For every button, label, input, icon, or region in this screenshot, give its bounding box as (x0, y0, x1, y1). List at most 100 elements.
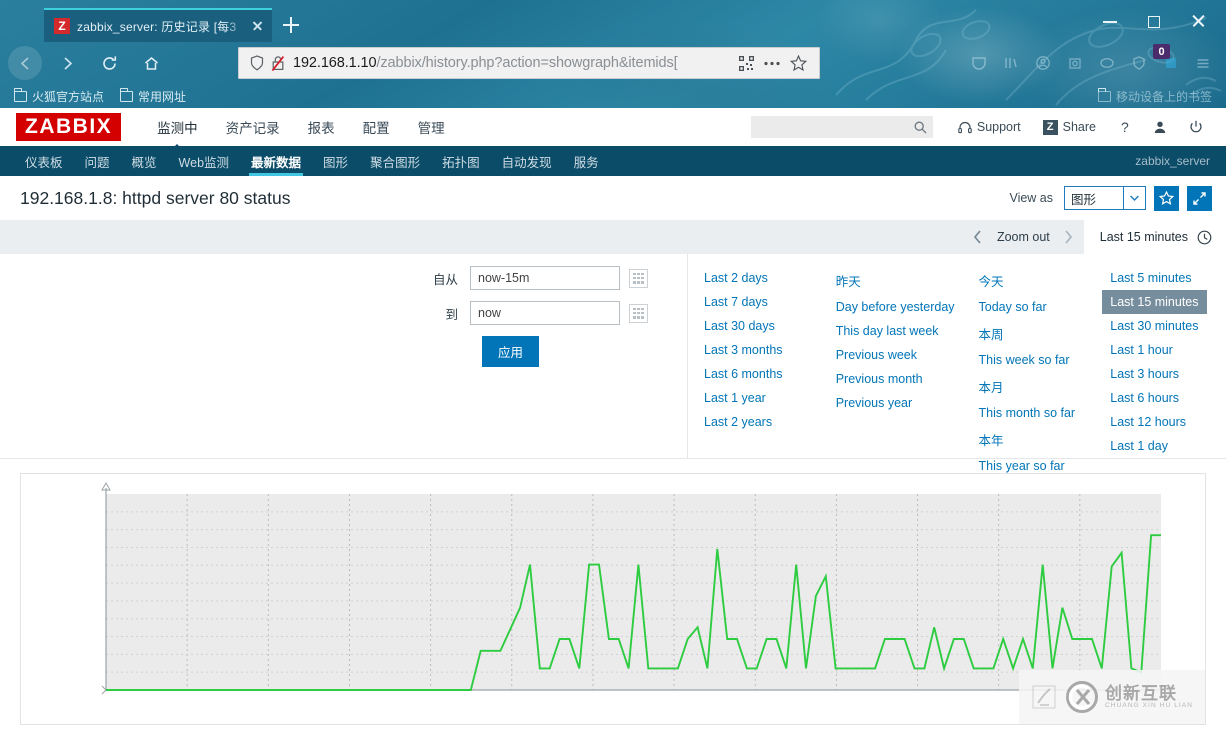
quick-range-column-1: Last 2 days Last 7 days Last 30 days Las… (688, 266, 820, 478)
quick-range-last-2-days[interactable]: Last 2 days (696, 266, 820, 290)
quick-range-last-5-minutes[interactable]: Last 5 minutes (1102, 266, 1226, 290)
broken-lock-icon[interactable] (267, 55, 289, 72)
subnav-item-latest-data[interactable]: 最新数据 (240, 146, 312, 176)
qr-code-icon[interactable] (733, 55, 759, 71)
quick-range-last-1-day[interactable]: Last 1 day (1102, 434, 1226, 458)
quick-range-last-6-hours[interactable]: Last 6 hours (1102, 386, 1226, 410)
window-close-button[interactable] (1176, 8, 1220, 34)
quick-range-last-1-hour[interactable]: Last 1 hour (1102, 338, 1226, 362)
subnav-item-web[interactable]: Web监测 (168, 146, 240, 176)
menu-item-inventory[interactable]: 资产记录 (212, 108, 294, 147)
menu-item-configuration[interactable]: 配置 (349, 108, 404, 147)
quick-range-last-30-minutes[interactable]: Last 30 minutes (1102, 314, 1226, 338)
quick-range-last-3-hours[interactable]: Last 3 hours (1102, 362, 1226, 386)
page-actions-icon[interactable] (759, 61, 785, 66)
share-link[interactable]: Z Share (1032, 119, 1107, 135)
quick-range-last-2-years[interactable]: Last 2 years (696, 410, 820, 434)
quick-range-this-week[interactable]: 本周 (971, 319, 1095, 348)
search-input[interactable] (756, 120, 914, 134)
quick-range-this-day-last-week[interactable]: This day last week (828, 319, 963, 343)
shield-toolbar-icon[interactable] (1130, 54, 1148, 72)
chevron-right-icon[interactable] (1054, 229, 1084, 245)
screenshot-icon[interactable] (1066, 54, 1084, 72)
quick-range-this-month-so-far[interactable]: This month so far (971, 401, 1095, 425)
menu-item-monitoring[interactable]: 监测中 (143, 108, 212, 147)
quick-range-today[interactable]: 今天 (971, 266, 1095, 295)
quick-range-day-before-yesterday[interactable]: Day before yesterday (828, 295, 963, 319)
quick-range-this-year[interactable]: 本年 (971, 425, 1095, 454)
extension-icon[interactable] (1098, 54, 1116, 72)
menu-item-administration[interactable]: 管理 (404, 108, 459, 147)
subnav-item-graphs[interactable]: 图形 (312, 146, 359, 176)
maximize-button[interactable] (1132, 8, 1176, 34)
user-profile-link[interactable] (1142, 120, 1178, 134)
support-link[interactable]: Support (947, 120, 1032, 134)
quick-range-last-6-months[interactable]: Last 6 months (696, 362, 820, 386)
from-input[interactable] (470, 266, 620, 290)
chevron-left-icon[interactable] (963, 229, 993, 245)
calendar-icon[interactable] (629, 268, 648, 288)
notification-badge: 0 (1153, 44, 1170, 59)
zabbix-favicon: Z (54, 18, 70, 34)
quick-range-this-month[interactable]: 本月 (971, 372, 1095, 401)
fullscreen-button[interactable] (1187, 185, 1212, 211)
quick-range-last-7-days[interactable]: Last 7 days (696, 290, 820, 314)
quick-range-previous-year[interactable]: Previous year (828, 391, 963, 415)
help-link[interactable]: ? (1107, 120, 1142, 135)
zoom-out-button[interactable]: Zoom out (993, 230, 1054, 244)
subnav-item-problems[interactable]: 问题 (74, 146, 121, 176)
quick-range-today-so-far[interactable]: Today so far (971, 295, 1095, 319)
library-icon[interactable] (1002, 54, 1020, 72)
quick-range-column-3: 今天 Today so far 本周 This week so far 本月 T… (963, 266, 1095, 478)
mobile-bookmarks-item[interactable]: 移动设备上的书签 (1097, 84, 1212, 108)
to-input[interactable] (470, 301, 620, 325)
svg-text:?: ? (1121, 120, 1129, 135)
menu-hamburger-icon[interactable] (1194, 54, 1212, 72)
reload-button[interactable] (92, 46, 126, 80)
page-title: 192.168.1.8: httpd server 80 status (20, 187, 291, 208)
subnav-item-screens[interactable]: 聚合图形 (359, 146, 431, 176)
bookmark-item-firefox-official[interactable]: 火狐官方站点 (13, 87, 104, 105)
browser-window: Z zabbix_server: 历史记录 [每3 192.168.1.10/z… (0, 0, 1226, 754)
add-to-favorites-button[interactable] (1154, 185, 1179, 211)
subnav-item-maps[interactable]: 拓扑图 (431, 146, 491, 176)
close-icon[interactable] (248, 17, 266, 35)
time-range-tab[interactable]: Last 15 minutes (1083, 220, 1226, 254)
bookmark-item-common-sites[interactable]: 常用网址 (119, 87, 186, 105)
zabbix-header: ZABBIX 监测中 资产记录 报表 配置 管理 Support Z Share… (0, 108, 1226, 146)
quick-range-last-3-months[interactable]: Last 3 months (696, 338, 820, 362)
calendar-icon[interactable] (629, 303, 648, 323)
forward-button[interactable] (50, 46, 84, 80)
pocket-icon[interactable] (970, 54, 988, 72)
quick-range-last-30-days[interactable]: Last 30 days (696, 314, 820, 338)
quick-range-last-15-minutes[interactable]: Last 15 minutes (1102, 290, 1207, 314)
view-as-select[interactable]: 图形 (1064, 186, 1146, 210)
quick-range-this-week-so-far[interactable]: This week so far (971, 348, 1095, 372)
subnav-item-services[interactable]: 服务 (563, 146, 610, 176)
url-text: 192.168.1.10/zabbix/history.php?action=s… (289, 55, 733, 71)
new-tab-button[interactable] (278, 12, 304, 38)
bookmark-star-icon[interactable] (785, 55, 811, 71)
quick-range-yesterday[interactable]: 昨天 (828, 266, 963, 295)
quick-range-previous-week[interactable]: Previous week (828, 343, 963, 367)
back-button[interactable] (8, 46, 42, 80)
question-mark-icon: ? (1121, 120, 1129, 135)
apply-button[interactable]: 应用 (482, 336, 540, 367)
account-icon[interactable] (1034, 54, 1052, 72)
signout-link[interactable] (1178, 120, 1214, 134)
subnav-item-overview[interactable]: 概览 (121, 146, 168, 176)
minimize-button[interactable] (1088, 8, 1132, 34)
quick-range-last-1-year[interactable]: Last 1 year (696, 386, 820, 410)
search-box[interactable] (750, 116, 933, 138)
time-filter-panel: 自从 到 应用 L (0, 254, 1226, 473)
browser-tab[interactable]: Z zabbix_server: 历史记录 [每3 (44, 8, 272, 42)
quick-range-last-12-hours[interactable]: Last 12 hours (1102, 410, 1226, 434)
quick-range-previous-month[interactable]: Previous month (828, 367, 963, 391)
header-right-tools: Support Z Share ? (750, 108, 1214, 146)
subnav-item-dashboard[interactable]: 仪表板 (14, 146, 74, 176)
home-button[interactable] (134, 46, 168, 80)
url-bar[interactable]: 192.168.1.10/zabbix/history.php?action=s… (238, 47, 820, 79)
menu-item-reports[interactable]: 报表 (294, 108, 349, 147)
zabbix-logo[interactable]: ZABBIX (16, 113, 122, 141)
subnav-item-discovery[interactable]: 自动发现 (491, 146, 563, 176)
